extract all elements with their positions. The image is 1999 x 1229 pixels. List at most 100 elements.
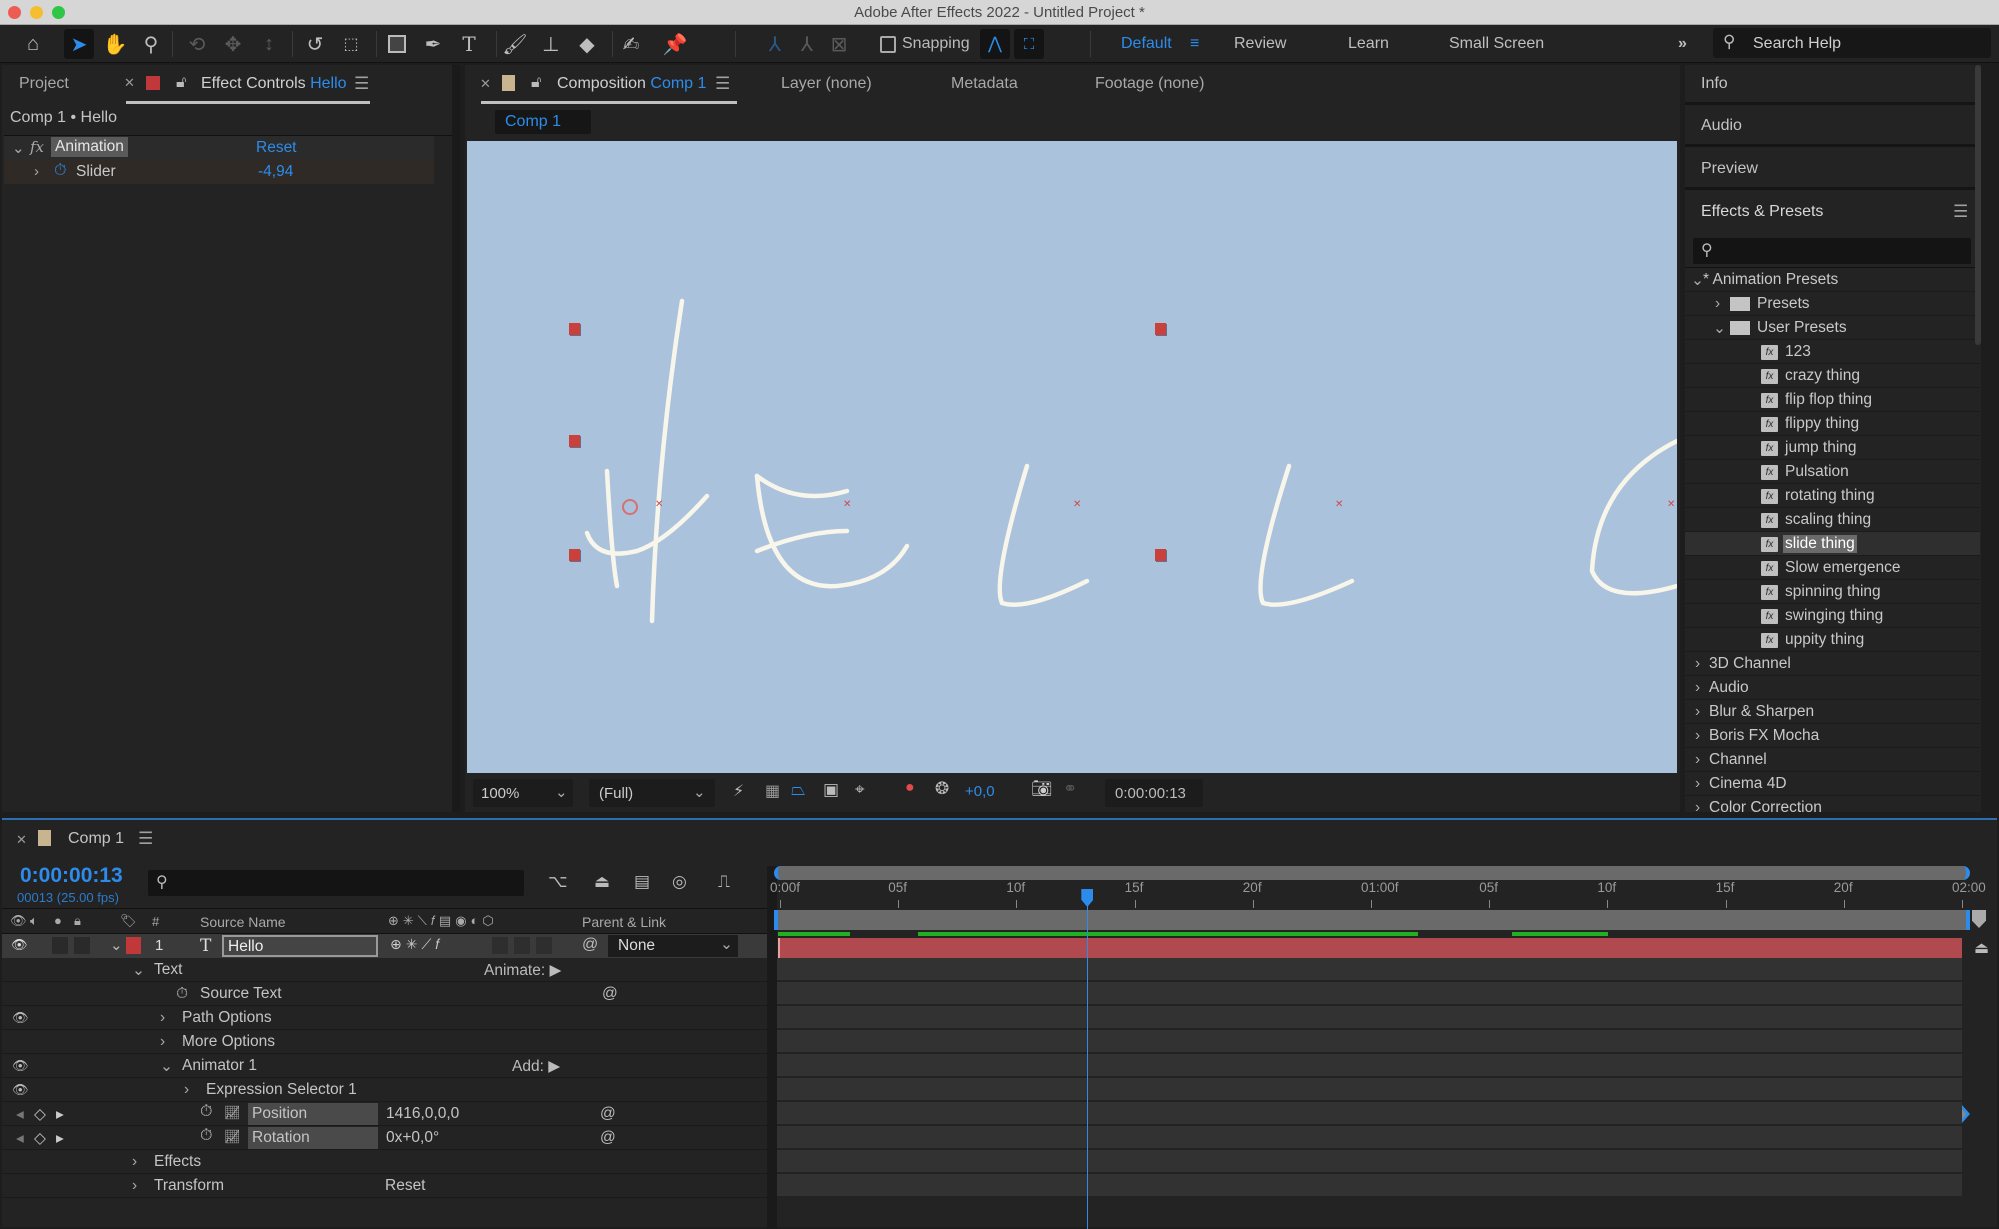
preset-item[interactable]: fx flip flop thing <box>1685 388 1980 412</box>
effect-category[interactable]: › 3D Channel <box>1685 652 1980 676</box>
property-row[interactable]: › More Options <box>2 1030 767 1054</box>
solo-toggle[interactable] <box>74 937 90 954</box>
add-keyframe-icon[interactable]: ◇ <box>34 1129 46 1148</box>
magnification-dropdown[interactable]: 100% ⌄ <box>473 779 573 807</box>
effect-name[interactable]: Animation <box>51 137 128 157</box>
lock-icon[interactable]: 🔓︎ <box>176 74 186 92</box>
snapshot-icon[interactable]: 📷︎ <box>1031 779 1053 799</box>
layer-duration-bar[interactable] <box>778 938 1962 958</box>
tree-item-user-presets-folder[interactable]: ⌄ User Presets <box>1685 316 1980 340</box>
preset-item[interactable]: fx spinning thing <box>1685 580 1980 604</box>
pan-behind-tool-icon[interactable]: ⬚ <box>336 29 366 59</box>
close-tab-icon[interactable]: ✕ <box>16 832 27 848</box>
graph-icon[interactable]: 📈︎ <box>224 1129 241 1145</box>
workspace-default[interactable]: Default <box>1121 35 1172 53</box>
workspace-review[interactable]: Review <box>1234 35 1286 53</box>
preset-item[interactable]: fx crazy thing <box>1685 364 1980 388</box>
composition-flowchart-icon[interactable]: ⌥ <box>548 872 568 892</box>
property-track[interactable] <box>777 1102 1962 1126</box>
selection-tool-icon[interactable]: ➤ <box>64 29 94 59</box>
property-row[interactable]: › Transform Reset <box>2 1174 767 1198</box>
show-snapshot-icon[interactable]: ⚭ <box>1063 779 1077 799</box>
preset-item[interactable]: fx 123 <box>1685 340 1980 364</box>
property-row[interactable]: ⏱ @ Source Text <box>2 982 767 1006</box>
more-workspaces-icon[interactable]: » <box>1678 35 1687 53</box>
twirl-right-icon[interactable]: › <box>1695 679 1700 697</box>
layer-label-color[interactable] <box>126 937 141 954</box>
puppet-pin-tool-icon[interactable]: 📌 <box>660 29 690 59</box>
expression-pickwhip-icon[interactable]: @ <box>600 1129 616 1147</box>
work-area-bar[interactable] <box>774 910 1970 930</box>
snap-features-icon[interactable]: ⛶ <box>1014 29 1044 59</box>
expression-pickwhip-icon[interactable]: @ <box>600 1105 616 1123</box>
visibility-eye-icon[interactable]: 👁︎ <box>11 937 28 953</box>
timeline-search-input[interactable]: ⚲ <box>148 870 524 896</box>
tab-footage[interactable]: Footage (none) <box>1095 75 1204 93</box>
property-row[interactable]: 👁︎ › Path Options <box>2 1006 767 1030</box>
switches-column-icons[interactable]: ⊕✳⟍𝑓▤◉◐⬡ <box>388 913 498 929</box>
property-track[interactable] <box>777 1030 1962 1054</box>
panel-menu-icon[interactable]: ☰ <box>715 74 730 94</box>
visibility-eye-icon[interactable]: 👁︎ <box>12 1058 29 1074</box>
snap-edges-icon[interactable]: ⋀ <box>980 29 1010 59</box>
layer-name-field[interactable]: Hello <box>222 935 378 957</box>
property-value[interactable]: 0x+0,0° <box>386 1129 439 1147</box>
property-row[interactable]: › Effects <box>2 1150 767 1174</box>
prev-keyframe-icon[interactable]: ◂ <box>16 1129 24 1148</box>
layer-switches[interactable]: ⊕✳⟋𝑓 <box>390 936 444 953</box>
channel-icon[interactable]: ● <box>905 779 915 797</box>
stopwatch-icon[interactable]: ⏱ <box>54 162 66 180</box>
twirl-right-icon[interactable]: › <box>1695 775 1700 793</box>
home-icon[interactable]: ⌂ <box>18 29 48 59</box>
property-name[interactable]: Position <box>248 1103 378 1125</box>
switch-toggle[interactable] <box>492 937 508 954</box>
panel-menu-icon[interactable]: ☰ <box>138 829 153 849</box>
resolution-dropdown[interactable]: (Full) ⌄ <box>589 779 715 807</box>
twirl-down-icon[interactable]: ⌄ <box>160 1057 173 1076</box>
property-track[interactable] <box>777 1054 1962 1078</box>
twirl-right-icon[interactable]: › <box>1695 799 1700 812</box>
effect-category[interactable]: › Audio <box>1685 676 1980 700</box>
fast-previews-icon[interactable]: ⚡ <box>733 781 744 801</box>
property-track[interactable] <box>777 1078 1962 1102</box>
composition-canvas[interactable]: ✕ ✕ ✕ ✕ ✕ <box>467 141 1677 773</box>
bounding-box-handle[interactable] <box>1155 549 1166 561</box>
preview-panel[interactable]: Preview <box>1685 150 1981 190</box>
animate-menu[interactable]: Animate: ▶ <box>484 961 561 980</box>
twirl-right-icon[interactable]: › <box>132 1177 137 1195</box>
transparency-grid-icon[interactable]: ▦ <box>765 781 780 801</box>
parent-dropdown[interactable]: None ⌄ <box>608 935 738 957</box>
twirl-right-icon[interactable]: › <box>1695 751 1700 769</box>
switch-toggle[interactable] <box>536 937 552 954</box>
effect-category[interactable]: › Blur & Sharpen <box>1685 700 1980 724</box>
property-row[interactable]: 👁︎ ⌄ Animator 1 Add: ▶ <box>2 1054 767 1078</box>
effect-category[interactable]: › Channel <box>1685 748 1980 772</box>
audio-panel[interactable]: Audio <box>1685 107 1981 147</box>
close-tab-icon[interactable]: ✕ <box>480 76 491 92</box>
parent-link-column-header[interactable]: Parent & Link <box>582 914 666 930</box>
panel-menu-icon[interactable]: ☰ <box>1953 202 1968 222</box>
expression-pickwhip-icon[interactable]: @ <box>602 985 618 1003</box>
twirl-right-icon[interactable]: › <box>1695 703 1700 721</box>
orbit-camera-icon[interactable]: ⟲ <box>182 29 212 59</box>
draft-3d-icon[interactable]: ⏏ <box>594 872 610 892</box>
tab-project[interactable]: Project <box>19 75 69 93</box>
lock-column-icon[interactable]: 🔒︎ <box>74 913 81 929</box>
label-column-icon[interactable]: 🏷︎ <box>120 913 137 929</box>
property-track[interactable] <box>777 982 1962 1006</box>
reset-link[interactable]: Reset <box>256 139 297 157</box>
dolly-camera-icon[interactable]: ↕ <box>254 29 284 59</box>
roto-brush-tool-icon[interactable]: ✍ <box>616 29 646 59</box>
preset-item[interactable]: fx flippy thing <box>1685 412 1980 436</box>
axis-view-icon[interactable]: ⊠ <box>824 29 854 59</box>
anchor-point-icon[interactable] <box>622 499 638 515</box>
type-tool-icon[interactable]: T <box>454 29 484 59</box>
audio-column-icon[interactable]: 🔈︎ <box>30 913 38 929</box>
workspace-small-screen[interactable]: Small Screen <box>1449 35 1544 53</box>
tree-item-presets-folder[interactable]: › Presets <box>1685 292 1980 316</box>
twirl-right-icon[interactable]: › <box>160 1033 165 1051</box>
bounding-box-handle[interactable] <box>1155 323 1166 335</box>
property-row[interactable]: 👁︎ › Expression Selector 1 <box>2 1078 767 1102</box>
region-of-interest-icon[interactable]: ▣ <box>823 780 839 800</box>
fx-icon[interactable]: fx <box>30 138 44 156</box>
